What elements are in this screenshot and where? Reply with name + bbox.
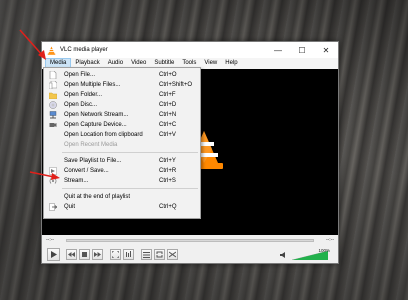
close-button[interactable]: ✕ [314, 42, 338, 58]
annotation-arrow-convert [29, 171, 60, 180]
network-icon [49, 111, 57, 119]
menu-item-label: Open Location from clipboard [64, 132, 143, 138]
media-menu-dropdown: Open File... Ctrl+O Open Multiple Files.… [43, 67, 201, 219]
menu-item-open-disc[interactable]: Open Disc... Ctrl+D [45, 100, 200, 110]
menu-item-label: Open Recent Media [64, 142, 118, 148]
previous-button[interactable] [66, 249, 77, 260]
fullscreen-button[interactable] [110, 249, 121, 260]
stop-icon [82, 252, 87, 257]
capture-icon [49, 123, 57, 127]
menu-item-open-network-stream[interactable]: Open Network Stream... Ctrl+N [45, 110, 200, 120]
menu-item-label: Quit [64, 204, 76, 210]
menu-item-shortcut: Ctrl+Shift+O [159, 82, 193, 88]
menu-item-open-file[interactable]: Open File... Ctrl+O [45, 70, 200, 80]
menu-item-shortcut: Ctrl+F [159, 92, 176, 98]
menu-item-shortcut: Ctrl+V [159, 132, 176, 138]
folder-icon [49, 92, 57, 99]
files-icon [49, 81, 57, 89]
menu-help[interactable]: Help [221, 58, 241, 69]
loop-icon [156, 251, 163, 258]
minimize-button[interactable]: — [266, 42, 290, 58]
loop-button[interactable] [154, 249, 165, 260]
menu-item-shortcut: Ctrl+O [159, 72, 177, 78]
menu-item-shortcut: Ctrl+Q [159, 204, 177, 210]
seek-slider[interactable] [66, 239, 314, 242]
menu-item-label: Open Network Stream... [64, 112, 129, 118]
menu-separator [62, 188, 198, 189]
title-bar[interactable]: VLC media player — ☐ ✕ [42, 42, 338, 58]
volume-percent: 100% [318, 248, 330, 253]
speaker-icon[interactable] [280, 252, 287, 258]
play-icon [51, 251, 57, 258]
menu-item-shortcut: Ctrl+S [159, 178, 176, 184]
extended-settings-button[interactable] [123, 249, 134, 260]
shuffle-icon [169, 251, 176, 258]
menu-item-label: Open Capture Device... [64, 122, 127, 128]
menu-item-open-multiple-files[interactable]: Open Multiple Files... Ctrl+Shift+O [45, 80, 200, 90]
playlist-button[interactable] [141, 249, 152, 260]
menu-view[interactable]: View [200, 58, 221, 69]
file-icon [49, 71, 57, 79]
menu-item-open-folder[interactable]: Open Folder... Ctrl+F [45, 90, 200, 100]
fullscreen-icon [112, 251, 119, 258]
menu-item-convert-save[interactable]: Convert / Save... Ctrl+R [45, 166, 200, 176]
seek-row: --:-- --:-- [42, 235, 338, 245]
menu-item-shortcut: Ctrl+Y [159, 158, 176, 164]
volume-control[interactable]: 100% [280, 248, 330, 261]
menu-item-stream[interactable]: Stream... Ctrl+S [45, 176, 200, 186]
menu-item-label: Convert / Save... [64, 168, 109, 174]
window-title: VLC media player [60, 47, 108, 53]
menu-item-open-location-clipboard[interactable]: Open Location from clipboard Ctrl+V [45, 130, 200, 140]
next-button[interactable] [92, 249, 103, 260]
menu-item-label: Open File... [64, 72, 96, 78]
menu-item-save-playlist[interactable]: Save Playlist to File... Ctrl+Y [45, 156, 200, 166]
menu-item-label: Open Multiple Files... [64, 82, 121, 88]
shuffle-button[interactable] [167, 249, 178, 260]
menu-item-label: Open Folder... [64, 92, 103, 98]
menu-item-shortcut: Ctrl+D [159, 102, 177, 108]
menu-item-label: Open Disc... [64, 102, 98, 108]
menu-separator [62, 152, 198, 153]
menu-item-shortcut: Ctrl+R [159, 168, 177, 174]
maximize-button[interactable]: ☐ [290, 42, 314, 58]
elapsed-time: --:-- [46, 237, 55, 243]
disc-icon [49, 101, 57, 109]
annotation-arrow-media [19, 29, 46, 60]
equalizer-icon [126, 251, 131, 257]
menu-item-shortcut: Ctrl+C [159, 122, 177, 128]
play-button[interactable] [47, 248, 60, 261]
previous-icon [68, 252, 75, 257]
menu-item-quit-end-playlist[interactable]: Quit at the end of playlist [45, 192, 200, 202]
next-icon [94, 252, 101, 257]
total-time: --:-- [325, 237, 334, 243]
menu-item-open-capture-device[interactable]: Open Capture Device... Ctrl+C [45, 120, 200, 130]
quit-icon [49, 203, 57, 211]
menu-item-shortcut: Ctrl+N [159, 112, 177, 118]
playlist-icon [143, 251, 150, 258]
menu-item-label: Quit at the end of playlist [64, 194, 131, 200]
stop-button[interactable] [79, 249, 90, 260]
menu-item-quit[interactable]: Quit Ctrl+Q [45, 202, 200, 212]
playback-controls: 100% [42, 246, 338, 263]
menu-item-open-recent-media: Open Recent Media [45, 140, 200, 150]
menu-item-label: Save Playlist to File... [64, 158, 122, 164]
menu-item-label: Stream... [64, 178, 89, 184]
